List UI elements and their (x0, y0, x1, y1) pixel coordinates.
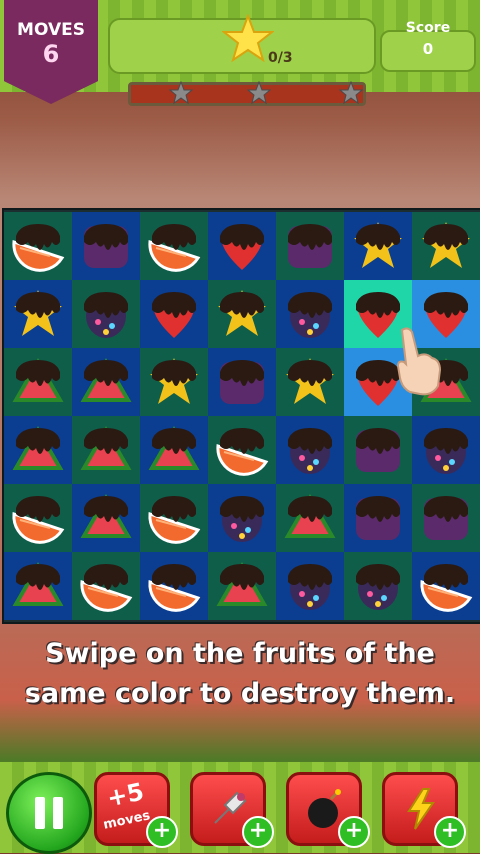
orange-piece-icon (80, 564, 133, 612)
candy-piece-icon (288, 292, 332, 338)
orange-piece-icon (216, 428, 269, 476)
progress-star-1-icon (169, 81, 193, 105)
candy-piece-icon (84, 292, 128, 338)
board-cell[interactable] (208, 212, 276, 280)
goal-progress-text: 0/3 (268, 50, 293, 66)
board-cell[interactable] (4, 212, 72, 280)
board-cell[interactable] (208, 280, 276, 348)
tutorial-hand-icon (396, 327, 442, 396)
star-piece-icon (286, 358, 334, 404)
star-piece-icon (150, 358, 198, 404)
tutorial-line-1: Swipe on the fruits of the (45, 638, 435, 669)
grape-piece-icon (356, 496, 400, 540)
pause-bar-right (53, 797, 63, 829)
board-cell[interactable] (140, 416, 208, 484)
add-shovel-icon[interactable]: + (242, 816, 274, 848)
candy-piece-icon (220, 496, 264, 542)
board-cell[interactable] (344, 416, 412, 484)
grape-piece-icon (424, 496, 468, 540)
board-cell[interactable] (276, 212, 344, 280)
board-cell[interactable] (208, 416, 276, 484)
score-progress-bar (128, 81, 366, 106)
goal-star-icon (222, 14, 274, 63)
board-cell[interactable] (72, 484, 140, 552)
orange-piece-icon (12, 224, 65, 272)
board-cell[interactable] (208, 348, 276, 416)
strawberry-piece-icon (220, 224, 264, 270)
orange-piece-icon (420, 564, 473, 612)
add-extra-moves-icon[interactable]: + (146, 816, 178, 848)
board-cell[interactable] (344, 212, 412, 280)
extra-moves-label: +5 (104, 777, 147, 813)
watermelon-piece-icon (12, 426, 64, 470)
board-cell[interactable] (276, 280, 344, 348)
watermelon-piece-icon (80, 426, 132, 470)
progress-star-3-icon (339, 81, 363, 105)
pause-bar-left (35, 797, 45, 829)
add-bomb-icon[interactable]: + (338, 816, 370, 848)
board-cell[interactable] (412, 416, 480, 484)
candy-piece-icon (288, 428, 332, 474)
watermelon-piece-icon (80, 494, 132, 538)
board-cell[interactable] (276, 552, 344, 620)
board-cell[interactable] (344, 552, 412, 620)
board-cell[interactable] (140, 348, 208, 416)
board-cell[interactable] (140, 484, 208, 552)
board-cell[interactable] (412, 552, 480, 620)
board-cell[interactable] (72, 280, 140, 348)
candy-piece-icon (288, 564, 332, 610)
orange-piece-icon (148, 496, 201, 544)
candy-piece-icon (424, 428, 468, 474)
board-cell[interactable] (72, 212, 140, 280)
board-cell[interactable] (140, 552, 208, 620)
grape-piece-icon (220, 360, 264, 404)
grape-piece-icon (356, 428, 400, 472)
star-piece-icon (14, 290, 62, 336)
grape-piece-icon (84, 224, 128, 268)
score-value: 0 (422, 40, 434, 58)
moves-label: MOVES (17, 20, 85, 40)
board-cell[interactable] (72, 348, 140, 416)
star-piece-icon (354, 222, 402, 268)
star-piece-icon (218, 290, 266, 336)
board-cell[interactable] (344, 484, 412, 552)
watermelon-piece-icon (284, 494, 336, 538)
watermelon-piece-icon (216, 562, 268, 606)
board-cell[interactable] (72, 416, 140, 484)
game-board[interactable] (2, 208, 480, 624)
board-cell[interactable] (276, 348, 344, 416)
orange-piece-icon (148, 564, 201, 612)
grape-piece-icon (288, 224, 332, 268)
pause-button[interactable] (6, 772, 92, 854)
board-cell[interactable] (4, 484, 72, 552)
add-lightning-icon[interactable]: + (434, 816, 466, 848)
board-cell[interactable] (412, 212, 480, 280)
watermelon-piece-icon (12, 562, 64, 606)
moves-value: 6 (42, 40, 60, 68)
star-piece-icon (422, 222, 470, 268)
watermelon-piece-icon (80, 358, 132, 402)
board-cell[interactable] (4, 280, 72, 348)
board-cell[interactable] (4, 552, 72, 620)
board-cell[interactable] (208, 552, 276, 620)
board-cell[interactable] (208, 484, 276, 552)
board-cell[interactable] (276, 416, 344, 484)
tutorial-line-2: same color to destroy them. (24, 678, 456, 709)
orange-piece-icon (148, 224, 201, 272)
orange-piece-icon (12, 496, 65, 544)
board-cell[interactable] (4, 348, 72, 416)
board-cell[interactable] (140, 280, 208, 348)
candy-piece-icon (356, 564, 400, 610)
board-cell[interactable] (72, 552, 140, 620)
board-cell[interactable] (140, 212, 208, 280)
strawberry-piece-icon (152, 292, 196, 338)
board-cell[interactable] (412, 484, 480, 552)
watermelon-piece-icon (12, 358, 64, 402)
board-cell[interactable] (4, 416, 72, 484)
tutorial-text: Swipe on the fruits of the same color to… (0, 634, 480, 714)
score-label: Score (405, 20, 451, 36)
board-cell[interactable] (276, 484, 344, 552)
watermelon-piece-icon (148, 426, 200, 470)
progress-star-2-icon (247, 81, 271, 105)
